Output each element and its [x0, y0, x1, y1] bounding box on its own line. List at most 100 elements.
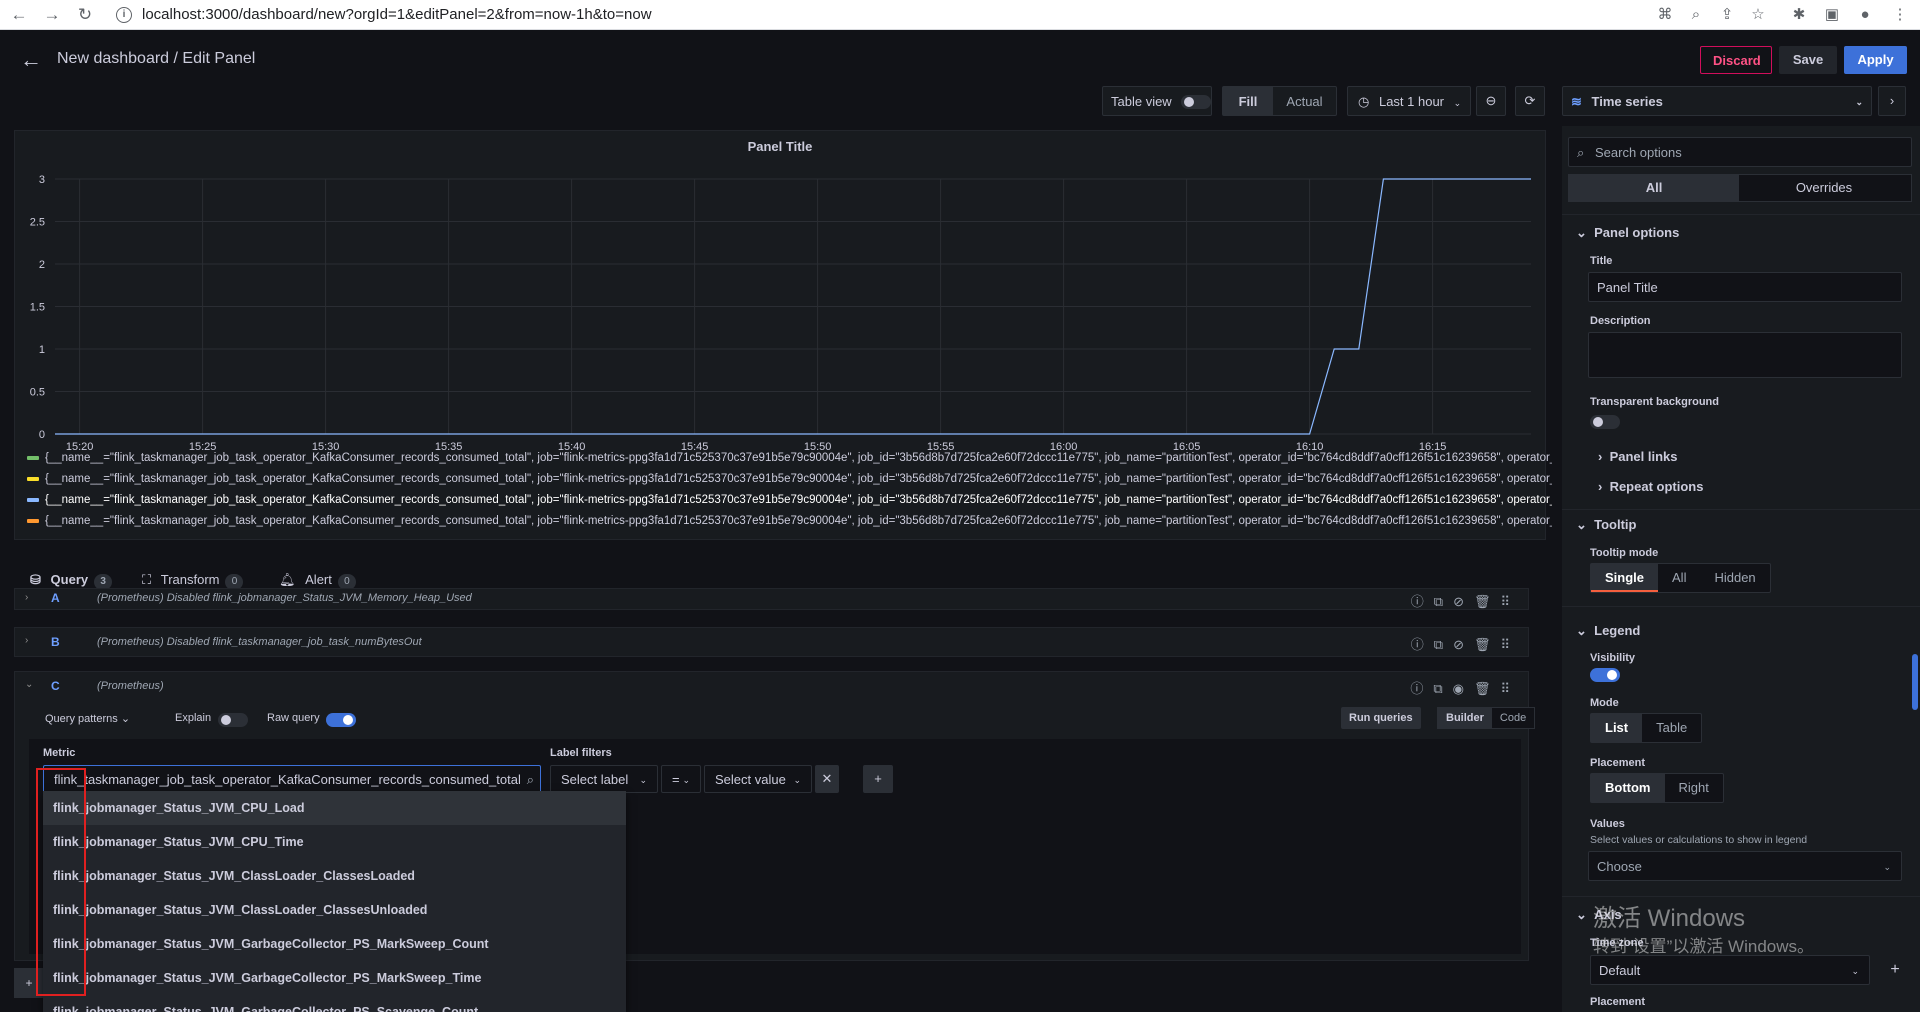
dropdown-option[interactable]: flink_jobmanager_Status_JVM_GarbageColle…	[43, 961, 626, 995]
chevron-down-icon[interactable]: ⌄	[25, 679, 33, 690]
raw-query-switch[interactable]	[326, 713, 356, 727]
description-textarea[interactable]	[1588, 332, 1902, 378]
legend-item[interactable]: {__name__="flink_taskmanager_job_task_op…	[27, 449, 1552, 467]
zoom-out-icon[interactable]: ⊖	[1476, 86, 1506, 116]
panel-preview: Panel Title 0 0.5 1 1.5 2 2.5 3 15:20 15:25 15:30…	[14, 130, 1552, 540]
select-value-dropdown[interactable]: Select value ⌄	[704, 765, 812, 793]
time-range-picker[interactable]: ◷ Last 1 hour ⌄	[1347, 86, 1471, 116]
tooltip-hidden[interactable]: Hidden	[1700, 564, 1769, 592]
dropdown-option[interactable]: flink_jobmanager_Status_JVM_ClassLoader_…	[43, 893, 626, 927]
transform-icon: ⛶	[142, 572, 152, 587]
dropdown-option[interactable]: flink_jobmanager_Status_JVM_ClassLoader_…	[43, 859, 626, 893]
mode-label: Mode	[1590, 697, 1619, 709]
table-view-switch[interactable]	[1181, 95, 1211, 109]
legend-item[interactable]: {__name__="flink_taskmanager_job_task_op…	[27, 470, 1552, 488]
scrollbar-thumb[interactable]	[1912, 654, 1918, 710]
select-label-dropdown[interactable]: Select label ⌄	[550, 765, 658, 793]
query-letter[interactable]: B	[51, 635, 60, 649]
dropdown-option[interactable]: flink_jobmanager_Status_JVM_CPU_Time	[43, 825, 626, 859]
run-queries-button[interactable]: Run queries	[1341, 707, 1421, 729]
mode-table[interactable]: Table	[1642, 714, 1701, 742]
chevron-down-icon: ⌄	[682, 775, 690, 785]
visibility-switch[interactable]	[1590, 668, 1620, 682]
browser-menu-icon[interactable]: ⋮	[1890, 5, 1910, 25]
legend-swatch	[27, 518, 39, 523]
placement-bottom[interactable]: Bottom	[1591, 774, 1665, 802]
divider	[1562, 896, 1920, 897]
collapse-pane-icon[interactable]: ›	[1878, 86, 1906, 116]
address-bar[interactable]: i localhost:3000/dashboard/new?orgId=1&e…	[112, 3, 1642, 27]
chevron-down-icon: ⌄	[1883, 862, 1891, 872]
tooltip-section[interactable]: ⌄ Tooltip	[1576, 517, 1636, 533]
table-view-toggle[interactable]: Table view	[1102, 86, 1212, 116]
query-desc: (Prometheus)	[97, 680, 164, 692]
save-button[interactable]: Save	[1779, 46, 1837, 74]
zoom-icon[interactable]: ⌕	[1686, 5, 1706, 25]
panel-links-section[interactable]: › Panel links	[1598, 449, 1677, 464]
legend-item[interactable]: {__name__="flink_taskmanager_job_task_op…	[27, 491, 1552, 509]
fill-actual-group: Fill Actual	[1222, 86, 1337, 116]
query-actions[interactable]: ⓘ⧉◉🗑⠿	[1410, 678, 1520, 697]
query-actions[interactable]: ⓘ⧉⊘🗑⠿	[1411, 591, 1520, 610]
legend-text: {__name__="flink_taskmanager_job_task_op…	[45, 515, 1552, 527]
actual-option[interactable]: Actual	[1273, 87, 1336, 115]
tooltip-all[interactable]: All	[1658, 564, 1700, 592]
code-option[interactable]: Code	[1492, 708, 1534, 728]
visualization-picker[interactable]: ≋ Time series ⌄	[1562, 86, 1872, 116]
placement-right[interactable]: Right	[1665, 774, 1723, 802]
query-patterns-select[interactable]: Query patterns ⌄	[45, 712, 130, 725]
dropdown-option[interactable]: flink_jobmanager_Status_JVM_GarbageColle…	[43, 927, 626, 961]
chevron-right-icon[interactable]: ›	[25, 592, 28, 603]
side-panel-icon[interactable]: ▣	[1822, 5, 1842, 25]
profile-avatar-icon[interactable]: ●	[1855, 5, 1875, 25]
back-arrow-icon[interactable]: ←	[20, 47, 42, 73]
fill-option[interactable]: Fill	[1223, 87, 1273, 115]
browser-back-icon[interactable]: ←	[8, 4, 30, 26]
y-tick-label: 2	[39, 259, 45, 271]
refresh-icon[interactable]: ⟳	[1515, 86, 1545, 116]
values-select[interactable]: Choose ⌄	[1588, 851, 1902, 881]
query-row-a[interactable]: › A (Prometheus) Disabled flink_jobmanag…	[14, 588, 1529, 610]
explain-switch[interactable]	[218, 713, 248, 727]
dropdown-option[interactable]: flink_jobmanager_Status_JVM_CPU_Load	[43, 791, 626, 825]
add-filter-icon[interactable]: +	[863, 765, 893, 793]
tooltip-mode-label: Tooltip mode	[1590, 547, 1659, 559]
query-actions[interactable]: ⓘ⧉⊘🗑⠿	[1411, 634, 1520, 653]
metric-input[interactable]: flink_taskmanager_job_task_operator_Kafk…	[43, 765, 541, 793]
placement2-label: Placement	[1590, 996, 1646, 1008]
browser-forward-icon[interactable]: →	[41, 4, 63, 26]
bookmark-star-icon[interactable]: ☆	[1748, 5, 1768, 25]
query-row-b[interactable]: › B (Prometheus) Disabled flink_taskmana…	[14, 627, 1529, 657]
discard-button[interactable]: Discard	[1700, 46, 1772, 74]
placement-group: Bottom Right	[1590, 773, 1724, 803]
share-icon[interactable]: ⇪	[1717, 5, 1737, 25]
remove-filter-icon[interactable]: ✕	[815, 765, 839, 793]
description-label: Description	[1590, 315, 1651, 327]
y-tick-label: 1	[39, 344, 45, 356]
browser-reload-icon[interactable]: ↻	[74, 4, 96, 26]
legend-item[interactable]: {__name__="flink_taskmanager_job_task_op…	[27, 512, 1552, 530]
builder-option[interactable]: Builder	[1438, 708, 1492, 728]
query-letter[interactable]: C	[51, 679, 60, 693]
legend-swatch	[27, 476, 39, 481]
operator-dropdown[interactable]: = ⌄	[661, 765, 701, 793]
query-letter[interactable]: A	[51, 591, 60, 605]
search-options-input[interactable]: ⌕ Search options	[1568, 137, 1912, 167]
tab-overrides[interactable]: Overrides	[1739, 175, 1909, 201]
panel-options-section[interactable]: ⌄ Panel options	[1576, 225, 1679, 241]
add-timezone-icon[interactable]: +	[1885, 960, 1905, 980]
dropdown-option[interactable]: flink_jobmanager_Status_JVM_GarbageColle…	[43, 995, 626, 1012]
title-input[interactable]: Panel Title	[1588, 272, 1902, 302]
legend-section[interactable]: ⌄ Legend	[1576, 623, 1640, 639]
tab-all[interactable]: All	[1569, 175, 1739, 201]
mode-list[interactable]: List	[1591, 714, 1643, 742]
tooltip-single[interactable]: Single	[1591, 564, 1659, 592]
extensions-icon[interactable]: ✱	[1789, 5, 1809, 25]
chevron-right-icon[interactable]: ›	[25, 635, 28, 646]
chevron-down-icon: ⌄	[639, 775, 647, 785]
site-info-icon[interactable]: i	[116, 7, 132, 23]
transparent-switch[interactable]	[1590, 415, 1620, 429]
repeat-options-section[interactable]: › Repeat options	[1598, 479, 1703, 494]
apply-button[interactable]: Apply	[1844, 46, 1907, 74]
translate-icon[interactable]: ⌘	[1655, 5, 1675, 25]
